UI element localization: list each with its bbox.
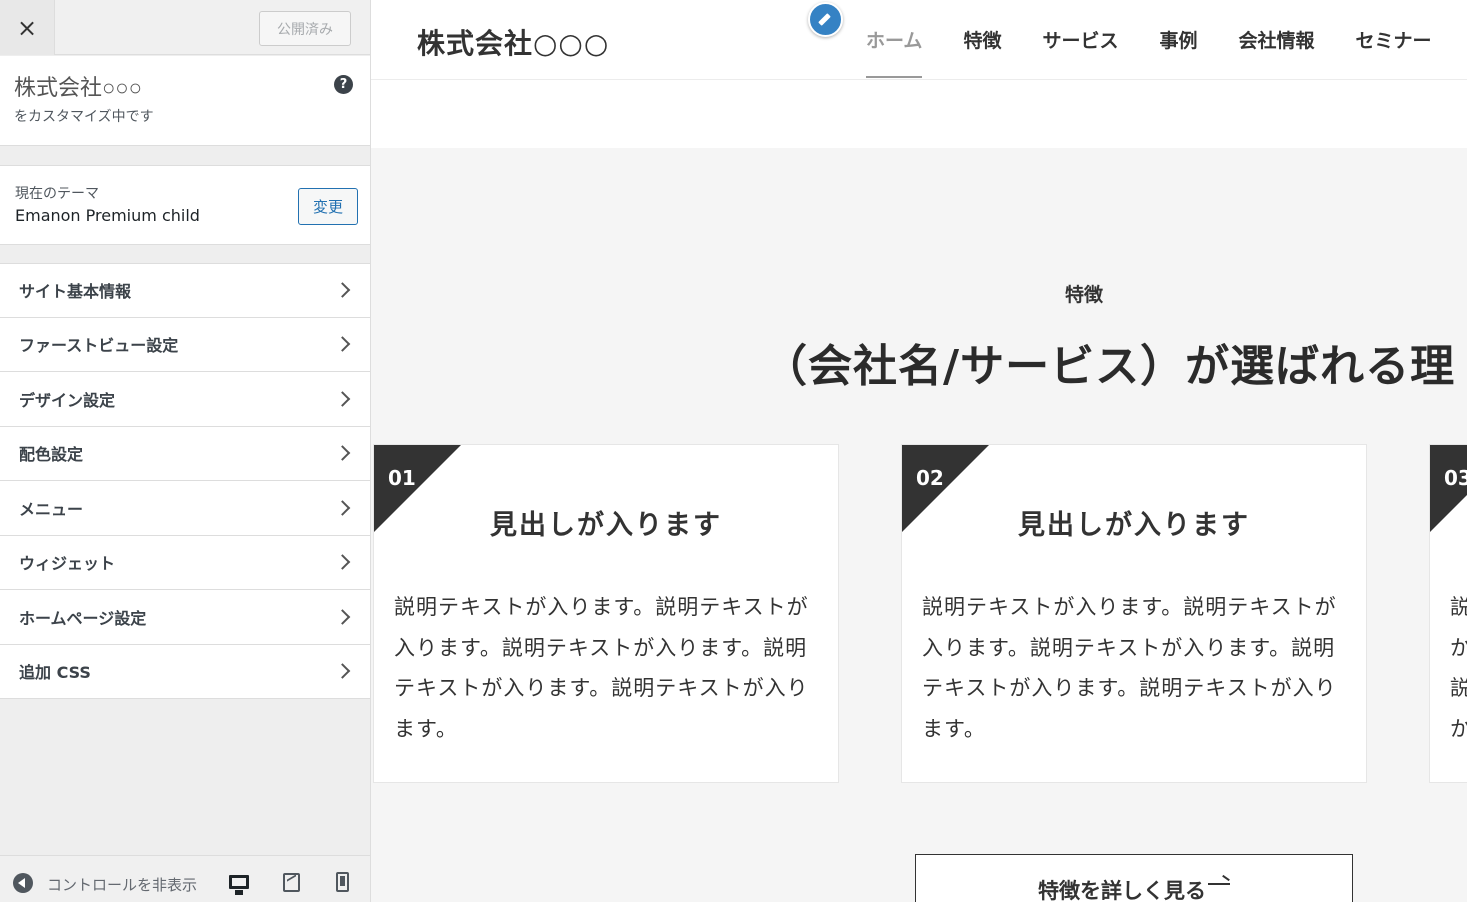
card-number: 01 [388,466,416,490]
section-homepage[interactable]: ホームページ設定 [0,590,370,645]
section-heading: （会社名/サービス）が選ばれる理 [763,341,1456,392]
section-label: ホームページ設定 [19,608,147,628]
section-label: 配色設定 [19,445,84,465]
section-label: メニュー [19,499,84,519]
feature-card: 01 見出しが入ります 説明テキストが入ります。説明テキストが入ります。説明テキ… [373,444,839,783]
chevron-right-icon [334,663,351,680]
card-number: 02 [916,466,944,490]
tablet-preview-icon[interactable] [283,873,300,892]
section-site-identity[interactable]: サイト基本情報 [0,263,370,318]
chevron-right-icon [334,336,351,353]
chevron-right-icon [334,608,351,625]
mobile-preview-icon[interactable] [336,872,349,892]
section-colors[interactable]: 配色設定 [0,426,370,481]
card-number: 03 [1444,466,1467,490]
customizer-info: 株式会社○○○ をカスタマイズ中です ? [0,56,370,146]
card-body: 説明テキストが入ります。説明テキストが入ります。説明テキストが入ります。説明テキ… [394,595,809,741]
feature-card: 02 見出しが入ります 説明テキストが入ります。説明テキストが入ります。説明テキ… [901,444,1367,783]
card-title: 見出しが入ります [490,510,722,541]
section-menus[interactable]: メニュー [0,481,370,536]
customizing-label: をカスタマイズ中です [14,109,154,125]
theme-label: 現在のテーマ [15,186,99,202]
chevron-right-icon [334,445,351,462]
customizer-sidebar: × 公開済み 株式会社○○○ をカスタマイズ中です ? 現在のテーマ Emano… [0,0,371,902]
arrow-right-icon [1208,875,1230,885]
chevron-right-icon [334,282,351,299]
section-label: デザイン設定 [19,390,116,410]
chevron-right-icon [334,499,351,516]
site-preview: 株式会社○○○ ホーム 特徴 サービス 事例 会社情報 セミナー 特徴 （会社名… [371,0,1467,902]
nav-item-cases[interactable]: 事例 [1159,0,1197,78]
section-first-view[interactable]: ファーストビュー設定 [0,317,370,372]
nav-item-home[interactable]: ホーム [866,0,923,78]
feature-card: 03 説か説か [1429,444,1467,783]
chevron-right-icon [334,554,351,571]
section-label: 追加 CSS [19,663,91,683]
section-additional-css[interactable]: 追加 CSS [0,644,370,699]
change-theme-button[interactable]: 変更 [298,188,358,225]
edit-pencil-icon[interactable] [808,2,843,37]
customizer-sections: サイト基本情報 ファーストビュー設定 デザイン設定 配色設定 メニュー ウィジェ… [0,263,370,699]
more-button-label: 特徴を詳しく見る [1038,879,1206,902]
card-title: 見出しが入ります [1018,510,1250,541]
section-label: ウィジェット [19,554,116,574]
help-icon[interactable]: ? [334,75,353,94]
customizer-header: × 公開済み [0,0,370,55]
collapse-label[interactable]: コントロールを非表示 [47,874,207,895]
site-logo[interactable]: 株式会社○○○ [417,22,609,62]
chevron-right-icon [334,390,351,407]
customizer-footer: コントロールを非表示 [0,855,370,902]
card-body: 説か説か [1450,587,1467,749]
theme-panel: 現在のテーマ Emanon Premium child 変更 [0,165,370,245]
section-design[interactable]: デザイン設定 [0,372,370,427]
section-widgets[interactable]: ウィジェット [0,535,370,590]
desktop-preview-icon[interactable] [229,875,249,895]
nav-item-company[interactable]: 会社情報 [1238,0,1314,78]
site-title: 株式会社○○○ [14,76,142,101]
card-body: 説明テキストが入ります。説明テキストが入ります。説明テキストが入ります。説明テキ… [922,595,1337,741]
close-button[interactable]: × [0,0,55,55]
global-nav: ホーム 特徴 サービス 事例 会社情報 セミナー [866,0,1467,80]
nav-item-seminar[interactable]: セミナー [1356,0,1432,78]
publish-button[interactable]: 公開済み [259,11,351,46]
collapse-icon[interactable] [13,873,33,893]
section-kicker: 特徴 [1064,284,1103,306]
section-label: サイト基本情報 [19,282,132,302]
nav-item-features[interactable]: 特徴 [963,0,1001,78]
nav-item-services[interactable]: サービス [1042,0,1118,78]
features-more-button[interactable]: 特徴を詳しく見る [915,854,1353,902]
theme-name: Emanon Premium child [15,206,200,225]
site-header: 株式会社○○○ ホーム 特徴 サービス 事例 会社情報 セミナー [371,0,1467,80]
section-label: ファーストビュー設定 [19,336,179,356]
